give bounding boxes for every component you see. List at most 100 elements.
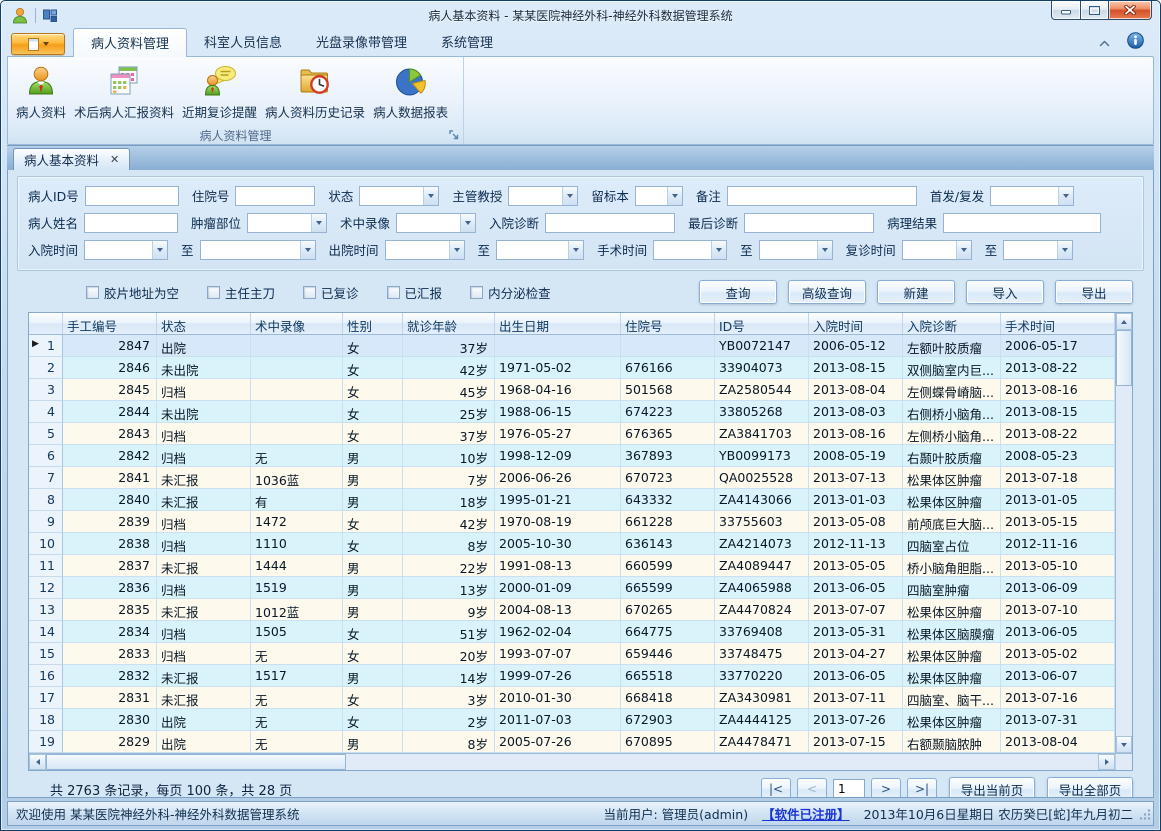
advanced-query-button[interactable]: 高级查询 [788,280,866,304]
import-button[interactable]: 导入 [966,280,1044,304]
resize-grip-icon[interactable] [1139,808,1151,823]
data-report-button[interactable]: 病人数据报表 [369,60,452,126]
prev-page-button[interactable]: < [797,778,827,798]
registered-link[interactable]: 【软件已注册】 [762,804,850,823]
dropdown-arrow-icon[interactable] [562,187,577,205]
vertical-scrollbar-track[interactable] [1116,386,1132,736]
dropdown-arrow-icon[interactable] [423,187,438,205]
chief-surgeon-checkbox[interactable]: 主任主刀 [207,283,275,302]
dropdown-arrow-icon[interactable] [300,241,315,259]
table-row[interactable]: 22846未出院女42岁1971-05-02676166339040732013… [29,357,1115,379]
column-header-birth-date[interactable]: 出生日期 [495,313,621,334]
new-button[interactable]: 新建 [877,280,955,304]
table-row[interactable]: 122836归档1519男13岁2000-01-09665599ZA406598… [29,577,1115,599]
dropdown-arrow-icon[interactable] [1058,187,1073,205]
scroll-right-arrow[interactable] [1098,754,1115,770]
patient-name-input[interactable] [84,213,178,233]
scroll-left-arrow[interactable] [29,754,46,770]
reported-checkbox[interactable]: 已汇报 [387,283,443,302]
vertical-scrollbar[interactable] [1115,313,1132,753]
table-row[interactable]: 112837未汇报1444男22岁1991-08-13660599ZA40894… [29,555,1115,577]
discharge-date-from-select[interactable] [385,240,465,260]
dropdown-arrow-icon[interactable] [460,214,475,232]
patient-info-button[interactable]: 病人资料 [12,60,70,126]
table-row[interactable]: 32845归档女45岁1968-04-16501568ZA25805442013… [29,379,1115,401]
pathology-result-input[interactable] [943,213,1101,233]
ribbon-collapse-icon[interactable] [1098,35,1111,50]
first-recurrence-select[interactable] [990,186,1074,206]
tumor-site-select[interactable] [247,213,327,233]
maximize-button[interactable] [1081,1,1108,20]
last-page-button[interactable]: >| [907,778,937,798]
dropdown-arrow-icon[interactable] [311,214,326,232]
horizontal-scrollbar[interactable] [29,753,1132,770]
column-header-row-indicator[interactable] [29,313,63,334]
table-row[interactable]: 62842归档无男10岁1998-12-09367893YB0099173200… [29,445,1115,467]
export-all-pages-button[interactable]: 导出全部页 [1047,777,1133,798]
dropdown-arrow-icon[interactable] [449,241,464,259]
column-header-admission-date[interactable]: 入院时间 [809,313,903,334]
horizontal-scrollbar-thumb[interactable] [46,754,346,770]
dropdown-arrow-icon[interactable] [667,187,682,205]
professor-select[interactable] [508,186,578,206]
patient-id-input[interactable] [85,186,179,206]
dropdown-arrow-icon[interactable] [152,241,167,259]
column-header-visit-age[interactable]: 就诊年龄 [403,313,495,334]
ribbon-tab-department-staff[interactable]: 科室人员信息 [187,28,299,56]
revisit-date-to-select[interactable] [1003,240,1073,260]
film-address-empty-checkbox[interactable]: 胶片地址为空 [86,283,179,302]
scroll-up-arrow[interactable] [1116,313,1132,330]
quick-access-icon[interactable] [42,8,58,24]
table-row[interactable]: 132835未汇报1012蓝男9岁2004-08-13670265ZA44708… [29,599,1115,621]
status-select[interactable] [359,186,439,206]
export-current-page-button[interactable]: 导出当前页 [949,777,1035,798]
surgery-video-select[interactable] [396,213,476,233]
column-header-status[interactable]: 状态 [157,313,251,334]
history-record-button[interactable]: 病人资料历史记录 [261,60,369,126]
table-row[interactable]: 92839归档1472女42岁1970-08-19661228337556032… [29,511,1115,533]
dropdown-arrow-icon[interactable] [817,241,832,259]
first-page-button[interactable]: |< [761,778,791,798]
revisit-date-from-select[interactable] [902,240,972,260]
surgery-date-to-select[interactable] [759,240,833,260]
tab-patient-basic-info[interactable]: 病人基本资料 ✕ [13,148,130,170]
table-row[interactable]: 102838归档1110女8岁2005-10-30636143ZA4214073… [29,533,1115,555]
table-row[interactable]: 172831未汇报无女3岁2010-01-30668418ZA343098120… [29,687,1115,709]
admission-date-to-select[interactable] [200,240,316,260]
dropdown-arrow-icon[interactable] [711,241,726,259]
horizontal-scrollbar-track[interactable] [346,754,1098,770]
next-page-button[interactable]: > [871,778,901,798]
discharge-date-to-select[interactable] [496,240,584,260]
table-row[interactable]: 52843归档女37岁1976-05-27676365ZA38417032013… [29,423,1115,445]
export-button[interactable]: 导出 [1055,280,1133,304]
table-row[interactable]: 152833归档无女20岁1993-07-0765944633748475201… [29,643,1115,665]
dropdown-arrow-icon[interactable] [568,241,583,259]
table-row[interactable]: 42844未出院女25岁1988-06-15674223338052682013… [29,401,1115,423]
table-row[interactable]: 182830出院无女2岁2011-07-03672903ZA4444125201… [29,709,1115,731]
column-header-surgery-video[interactable]: 术中录像 [251,313,343,334]
dropdown-arrow-icon[interactable] [1057,241,1072,259]
hospital-no-input[interactable] [235,186,315,206]
revisit-reminder-button[interactable]: 近期复诊提醒 [178,60,261,126]
postop-report-button[interactable]: 术后病人汇报资料 [70,60,178,126]
table-row[interactable]: 72841未汇报1036蓝男7岁2006-06-26670723QA002552… [29,467,1115,489]
ribbon-tab-system-management[interactable]: 系统管理 [424,28,510,56]
table-row[interactable]: 82840未汇报有男18岁1995-01-21643332ZA414306620… [29,489,1115,511]
dropdown-arrow-icon[interactable] [956,241,971,259]
table-row[interactable]: 162832未汇报1517男14岁1999-07-266655183377022… [29,665,1115,687]
column-header-admission-diagnosis[interactable]: 入院诊断 [903,313,1001,334]
revisited-checkbox[interactable]: 已复诊 [303,283,359,302]
final-diagnosis-input[interactable] [744,213,874,233]
vertical-scrollbar-thumb[interactable] [1116,330,1132,386]
column-header-surgery-date[interactable]: 手术时间 [1001,313,1115,334]
specimen-select[interactable] [635,186,683,206]
dialog-launcher-icon[interactable] [447,128,460,141]
page-number-input[interactable] [833,779,865,798]
admission-date-from-select[interactable] [84,240,168,260]
table-row[interactable]: 192829出院无男8岁2005-07-26670895ZA4478471201… [29,731,1115,753]
remark-input[interactable] [727,186,917,206]
column-header-manual-no[interactable]: 手工编号 [63,313,157,334]
info-icon[interactable] [1127,32,1144,52]
column-header-id-no[interactable]: ID号 [715,313,809,334]
admission-diagnosis-input[interactable] [545,213,675,233]
